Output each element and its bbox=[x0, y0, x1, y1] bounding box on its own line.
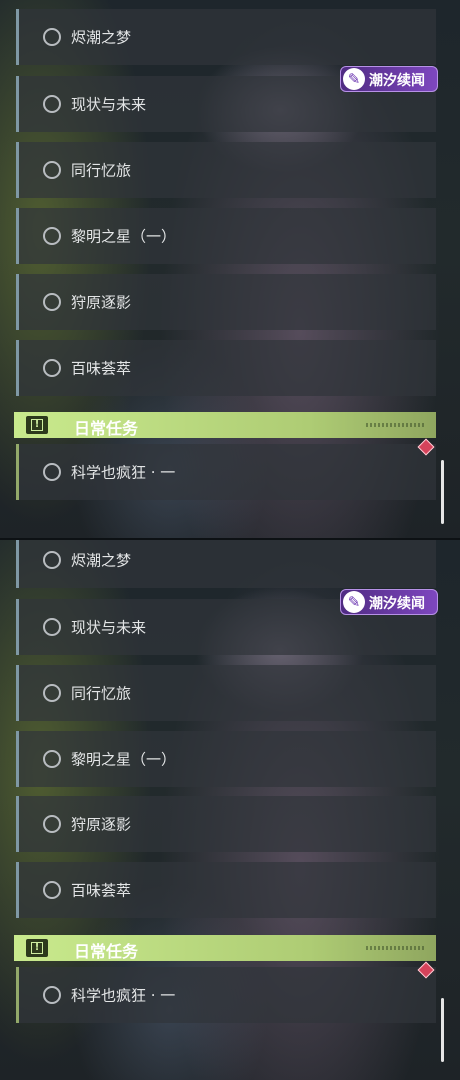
quest-label: 黎明之星（一） bbox=[71, 227, 177, 246]
section-decoration bbox=[366, 423, 426, 427]
quest-label: 百味荟萃 bbox=[71, 881, 132, 900]
section-title: 日常任务 bbox=[74, 419, 139, 438]
scrollbar[interactable] bbox=[441, 460, 444, 524]
quest-panel-top: 烬潮之梦 现状与未来 同行忆旅 黎明之星（一） 狩原逐影 百味荟萃 ✎ 潮汐续闻… bbox=[0, 0, 460, 540]
quest-item[interactable]: 狩原逐影 bbox=[16, 796, 436, 852]
quest-label: 狩原逐影 bbox=[71, 815, 132, 834]
section-title: 日常任务 bbox=[74, 942, 139, 961]
quest-label: 烬潮之梦 bbox=[71, 551, 132, 570]
quest-item[interactable]: 同行忆旅 bbox=[16, 142, 436, 198]
quest-radio-icon bbox=[43, 881, 61, 899]
quest-label: 百味荟萃 bbox=[71, 359, 132, 378]
quest-radio-icon bbox=[43, 986, 61, 1004]
quest-item[interactable]: 黎明之星（一） bbox=[16, 208, 436, 264]
quest-item[interactable]: 烬潮之梦 bbox=[16, 540, 436, 588]
quest-item[interactable]: 狩原逐影 bbox=[16, 274, 436, 330]
quest-radio-icon bbox=[43, 815, 61, 833]
quest-label: 现状与未来 bbox=[71, 95, 147, 114]
event-badge-label: 潮汐续闻 bbox=[369, 73, 425, 89]
daily-section-header[interactable]: ! 日常任务 bbox=[14, 412, 436, 438]
exclamation-icon: ! bbox=[26, 939, 48, 957]
quest-label: 黎明之星（一） bbox=[71, 750, 177, 769]
quest-radio-icon bbox=[43, 359, 61, 377]
quest-panel-bottom: 烬潮之梦 现状与未来 同行忆旅 黎明之星（一） 狩原逐影 百味荟萃 ✎ 潮汐续闻… bbox=[0, 540, 460, 1080]
quest-radio-icon bbox=[43, 551, 61, 569]
quest-radio-icon bbox=[43, 28, 61, 46]
daily-quest-item[interactable]: 科学也疯狂 · 一 bbox=[16, 967, 436, 1023]
event-badge[interactable]: ✎ 潮汐续闻 bbox=[340, 66, 438, 92]
scrollbar[interactable] bbox=[441, 998, 444, 1062]
daily-quest-item[interactable]: 科学也疯狂 · 一 bbox=[16, 444, 436, 500]
quest-radio-icon bbox=[43, 95, 61, 113]
exclamation-icon: ! bbox=[26, 416, 48, 434]
quest-radio-icon bbox=[43, 463, 61, 481]
quest-item[interactable]: 百味荟萃 bbox=[16, 862, 436, 918]
quest-label: 烬潮之梦 bbox=[71, 28, 132, 47]
quest-label: 科学也疯狂 · 一 bbox=[71, 463, 176, 482]
event-badge-label: 潮汐续闻 bbox=[369, 596, 425, 612]
quest-radio-icon bbox=[43, 161, 61, 179]
quest-label: 狩原逐影 bbox=[71, 293, 132, 312]
quest-radio-icon bbox=[43, 618, 61, 636]
quest-item[interactable]: 黎明之星（一） bbox=[16, 731, 436, 787]
quest-item[interactable]: 烬潮之梦 bbox=[16, 9, 436, 65]
quest-radio-icon bbox=[43, 750, 61, 768]
quest-label: 同行忆旅 bbox=[71, 161, 132, 180]
quest-radio-icon bbox=[43, 684, 61, 702]
feather-icon: ✎ bbox=[343, 591, 365, 613]
quest-radio-icon bbox=[43, 293, 61, 311]
quest-item[interactable]: 同行忆旅 bbox=[16, 665, 436, 721]
feather-icon: ✎ bbox=[343, 68, 365, 90]
quest-label: 科学也疯狂 · 一 bbox=[71, 986, 176, 1005]
quest-item[interactable]: 百味荟萃 bbox=[16, 340, 436, 396]
quest-label: 现状与未来 bbox=[71, 618, 147, 637]
quest-label: 同行忆旅 bbox=[71, 684, 132, 703]
daily-section-header[interactable]: ! 日常任务 bbox=[14, 935, 436, 961]
quest-radio-icon bbox=[43, 227, 61, 245]
event-badge[interactable]: ✎ 潮汐续闻 bbox=[340, 589, 438, 615]
section-decoration bbox=[366, 946, 426, 950]
